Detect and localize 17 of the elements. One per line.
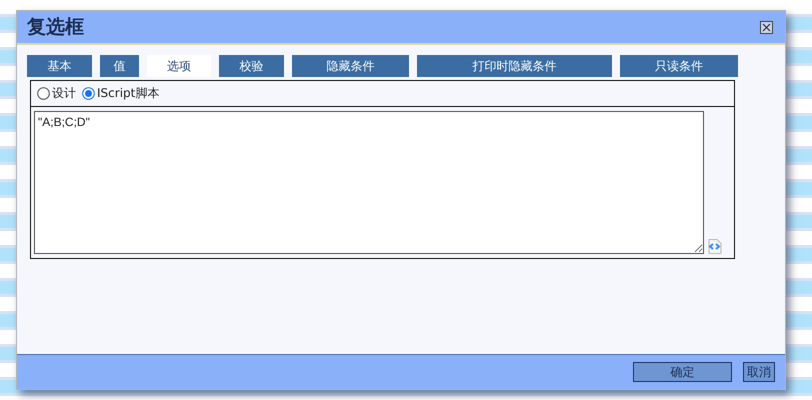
tab[interactable]: 选项 (147, 55, 211, 77)
tab[interactable]: 值 (100, 55, 139, 77)
radio-button[interactable] (37, 87, 50, 100)
window-title: 复选框 (27, 15, 84, 40)
script-editor[interactable]: "A;B;C;D" (34, 111, 704, 254)
close-icon[interactable] (760, 20, 773, 34)
dialog-button[interactable]: 确定 (633, 362, 732, 382)
dialog-button[interactable]: 取消 (743, 362, 775, 382)
tab[interactable]: 基本 (27, 55, 92, 77)
tab[interactable]: 校验 (219, 55, 284, 77)
radio-button[interactable] (82, 87, 95, 100)
tab[interactable]: 打印时隐藏条件 (417, 55, 612, 77)
tab[interactable]: 只读条件 (620, 55, 738, 77)
radio-label[interactable]: 设计 (52, 85, 76, 102)
tab[interactable]: 隐藏条件 (292, 55, 409, 77)
radio-label[interactable]: IScript脚本 (97, 85, 160, 102)
code-file-icon[interactable] (707, 239, 722, 254)
